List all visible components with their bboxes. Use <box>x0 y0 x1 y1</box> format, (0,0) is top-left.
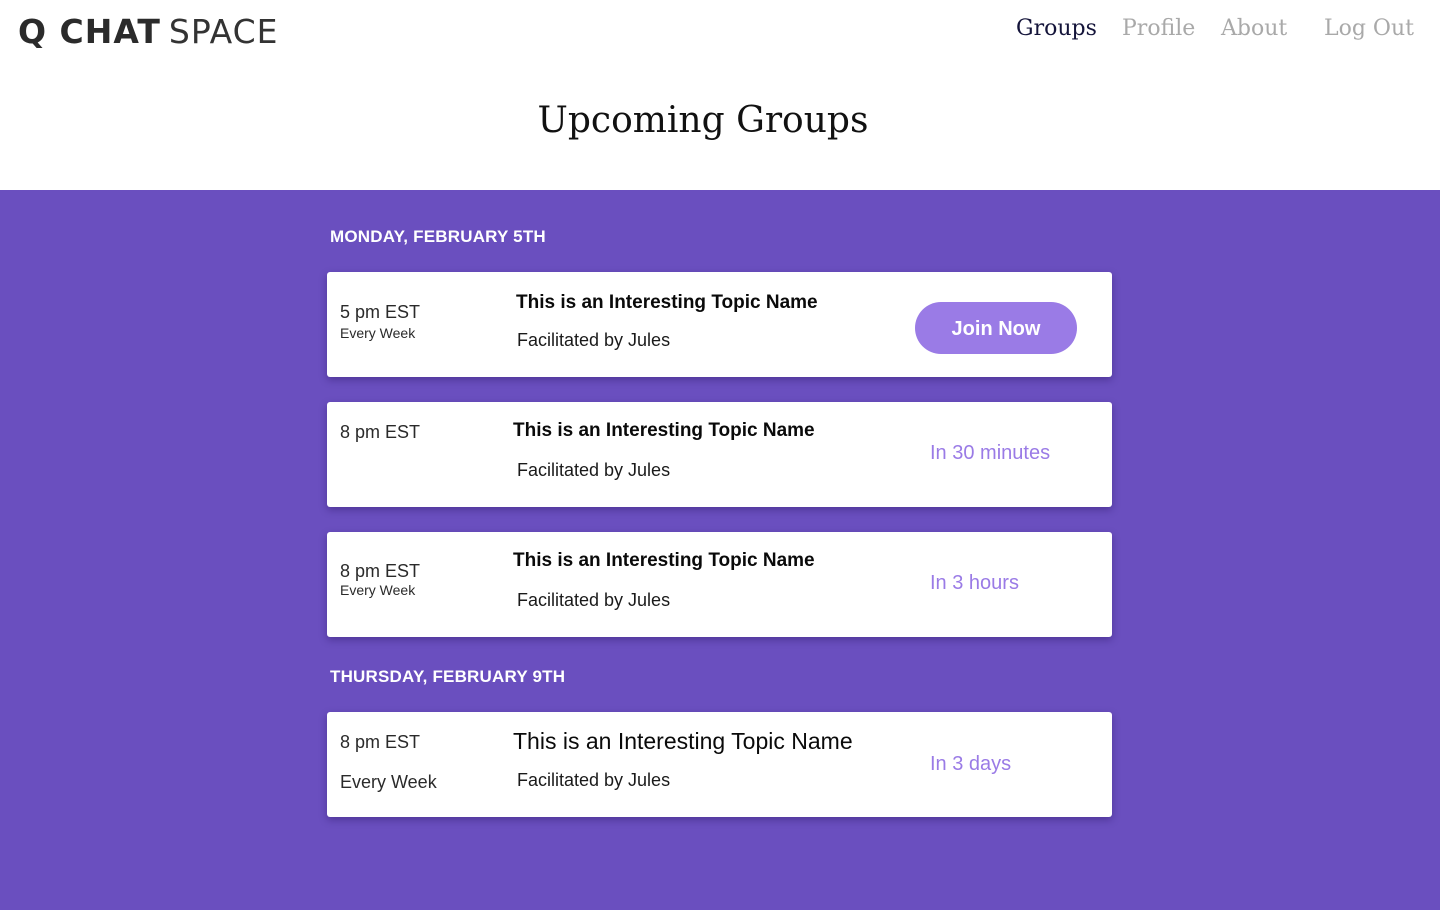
group-recurrence: Every Week <box>340 772 437 792</box>
group-facilitator: Facilitated by Jules <box>517 770 671 790</box>
nav-groups-link[interactable]: Groups <box>1016 16 1097 41</box>
groups-list-section: MONDAY, FEBRUARY 5TH 5 pm EST Every Week… <box>0 190 1440 910</box>
group-facilitator: Facilitated by Jules <box>517 330 671 350</box>
group-card: 8 pm EST This is an Interesting Topic Na… <box>327 402 1112 507</box>
group-time: 8 pm EST <box>340 561 421 581</box>
group-facilitator: Facilitated by Jules <box>517 590 671 610</box>
group-card: 8 pm EST Every Week This is an Interesti… <box>327 532 1112 637</box>
app-logo[interactable]: Q CHAT SPACE <box>18 12 279 51</box>
top-navigation-bar: Q CHAT SPACE Groups Profile About Log Out <box>0 0 1440 64</box>
nav-logout-link[interactable]: Log Out <box>1324 16 1414 41</box>
group-time: 5 pm EST <box>340 302 421 322</box>
group-recurrence: Every Week <box>340 325 416 341</box>
group-countdown: In 3 days <box>930 753 1012 775</box>
group-time: 8 pm EST <box>340 732 421 752</box>
join-now-button[interactable]: Join Now <box>915 302 1077 354</box>
group-countdown: In 3 hours <box>930 572 1019 594</box>
group-topic: This is an Interesting Topic Name <box>513 550 815 571</box>
group-facilitator: Facilitated by Jules <box>517 460 671 480</box>
nav-profile-link[interactable]: Profile <box>1122 16 1195 41</box>
nav-about-link[interactable]: About <box>1221 16 1287 41</box>
logo-bold-text: Q CHAT <box>18 12 161 51</box>
page-title: Upcoming Groups <box>537 100 869 141</box>
day-heading-thursday: THURSDAY, FEBRUARY 9TH <box>330 667 566 686</box>
group-topic: This is an Interesting Topic Name <box>513 420 815 441</box>
day-heading-monday: MONDAY, FEBRUARY 5TH <box>330 227 546 246</box>
group-topic: This is an Interesting Topic Name <box>513 728 853 754</box>
group-card: 8 pm EST Every Week This is an Interesti… <box>327 712 1112 817</box>
group-countdown: In 30 minutes <box>930 442 1051 464</box>
group-time: 8 pm EST <box>340 422 421 442</box>
group-topic: This is an Interesting Topic Name <box>516 292 818 313</box>
logo-light-text: SPACE <box>168 12 279 51</box>
group-card: 5 pm EST Every Week This is an Interesti… <box>327 272 1112 377</box>
group-recurrence: Every Week <box>340 582 416 598</box>
